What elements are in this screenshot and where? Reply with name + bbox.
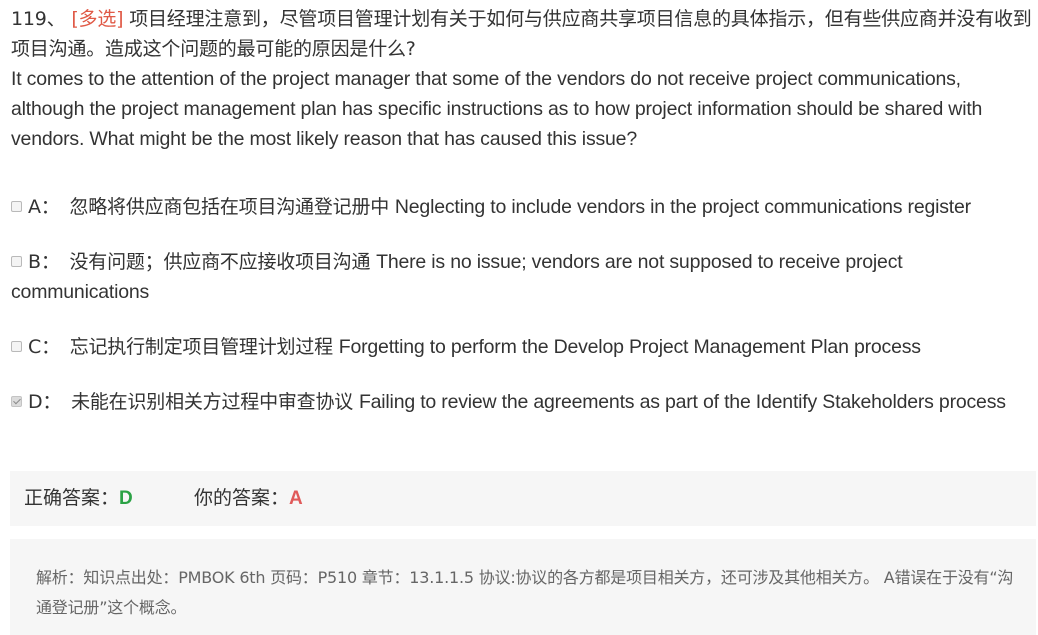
option-d-text-en: Failing to review the agreements as part…: [358, 391, 1006, 413]
option-b-checkbox[interactable]: [11, 256, 22, 267]
option-d-checkbox[interactable]: [11, 396, 22, 407]
explanation-text: 解析：知识点出处：PMBOK 6th 页码：P510 章节：13.1.1.5 协…: [36, 568, 1014, 617]
explanation-panel: 解析：知识点出处：PMBOK 6th 页码：P510 章节：13.1.1.5 协…: [10, 539, 1036, 635]
option-d[interactable]: D： 未能在识别相关方过程中审查协议 Failing to review the…: [11, 387, 1033, 417]
question-text: 119、 [多选] 项目经理注意到，尽管项目管理计划有关于如何与供应商共享项目信…: [11, 4, 1033, 154]
your-answer: 你的答案：A: [194, 471, 303, 526]
question-text-cn: 项目经理注意到，尽管项目管理计划有关于如何与供应商共享项目信息的具体指示，但有些…: [11, 8, 1032, 60]
option-c-text-cn: 忘记执行制定项目管理计划过程: [69, 336, 333, 358]
option-c[interactable]: C： 忘记执行制定项目管理计划过程 Forgetting to perform …: [11, 332, 1033, 362]
option-a-letter: A：: [28, 196, 60, 218]
question-text-en: It comes to the attention of the project…: [11, 68, 983, 150]
question-number: 119、: [11, 8, 66, 30]
option-c-checkbox[interactable]: [11, 341, 22, 352]
option-a-checkbox[interactable]: [11, 201, 22, 212]
option-b[interactable]: B： 没有问题；供应商不应接收项目沟通 There is no issue; v…: [11, 247, 1033, 307]
your-answer-label: 你的答案：: [194, 487, 290, 509]
option-b-text-cn: 没有问题；供应商不应接收项目沟通: [69, 251, 371, 273]
option-a-text-en: Neglecting to include vendors in the pro…: [394, 196, 971, 218]
correct-answer-value: D: [119, 488, 133, 509]
answer-panel: 正确答案：D 你的答案：A: [10, 471, 1036, 526]
option-d-text-cn: 未能在识别相关方过程中审查协议: [71, 391, 354, 413]
option-d-letter: D：: [28, 391, 62, 413]
option-a-text-cn: 忽略将供应商包括在项目沟通登记册中: [69, 196, 390, 218]
option-a[interactable]: A： 忽略将供应商包括在项目沟通登记册中 Neglecting to inclu…: [11, 192, 1033, 222]
your-answer-value: A: [289, 488, 303, 509]
option-b-letter: B：: [28, 251, 60, 273]
option-c-text-en: Forgetting to perform the Develop Projec…: [338, 336, 921, 358]
correct-answer-label: 正确答案：: [24, 487, 120, 509]
question-type-tag: [多选]: [71, 8, 124, 30]
option-c-letter: C：: [28, 336, 60, 358]
correct-answer: 正确答案：D: [24, 471, 133, 526]
